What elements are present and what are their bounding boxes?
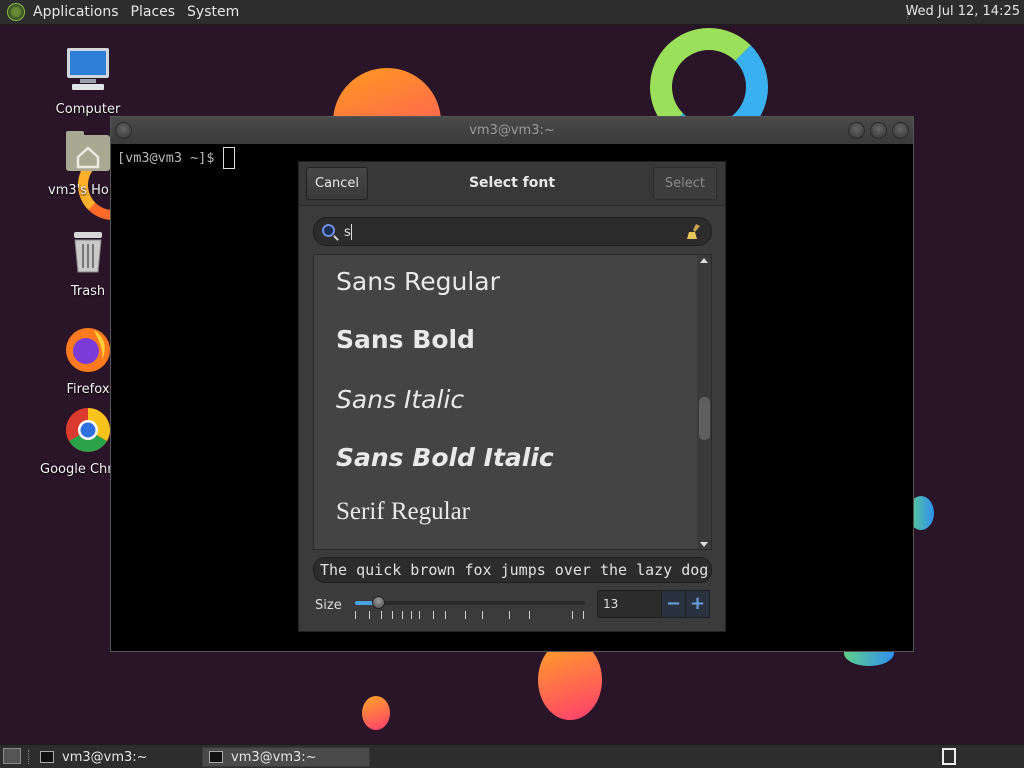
home-folder-icon bbox=[66, 131, 110, 171]
decrease-size-icon[interactable]: − bbox=[661, 590, 686, 618]
show-desktop-icon[interactable] bbox=[3, 748, 21, 764]
dialog-header: Cancel Select font Select bbox=[299, 162, 725, 206]
slider-tick bbox=[392, 611, 394, 619]
font-item-sans-bold-italic[interactable]: Sans Bold Italic bbox=[336, 443, 554, 472]
search-icon bbox=[322, 224, 335, 237]
slider-tick bbox=[401, 611, 403, 619]
select-button[interactable]: Select bbox=[652, 167, 717, 200]
font-size-spinbutton[interactable]: − + bbox=[597, 590, 712, 618]
increase-size-icon[interactable]: + bbox=[685, 590, 710, 618]
terminal-prompt-line[interactable]: [vm3@vm3 ~]$ bbox=[117, 147, 235, 169]
minimize-button[interactable] bbox=[848, 122, 865, 139]
terminal-titlebar[interactable]: vm3@vm3:~ bbox=[111, 117, 913, 144]
clock[interactable]: Wed Jul 12, 14:25 bbox=[905, 4, 1020, 19]
terminal-icon bbox=[40, 751, 54, 763]
slider-tick bbox=[583, 611, 584, 619]
background-blob-orange-bottom bbox=[538, 640, 602, 720]
font-list-scrollbar[interactable] bbox=[697, 255, 711, 549]
slider-tick bbox=[418, 611, 420, 619]
workspace-switcher[interactable] bbox=[942, 748, 956, 765]
scroll-up-arrow-icon[interactable] bbox=[700, 258, 708, 263]
terminal-cursor bbox=[222, 147, 235, 169]
top-panel: Applications Places System Wed Jul 12, 1… bbox=[0, 0, 1024, 25]
slider-tick bbox=[572, 611, 574, 619]
font-size-input[interactable] bbox=[597, 590, 663, 618]
scroll-down-arrow-icon[interactable] bbox=[700, 542, 708, 547]
slider-tick bbox=[444, 611, 446, 619]
font-item-sans-bold[interactable]: Sans Bold bbox=[336, 325, 475, 354]
font-preview-field[interactable]: The quick brown fox jumps over the lazy … bbox=[313, 557, 712, 583]
slider-tick bbox=[508, 611, 510, 619]
taskbar-item-terminal[interactable]: vm3@vm3:~ bbox=[34, 747, 200, 767]
text-caret bbox=[351, 224, 352, 240]
terminal-prompt: [vm3@vm3 ~]$ bbox=[117, 150, 215, 166]
slider-knob[interactable] bbox=[372, 596, 385, 609]
cancel-button[interactable]: Cancel bbox=[306, 167, 369, 200]
slider-tick bbox=[355, 611, 356, 619]
taskbar-item-label: vm3@vm3:~ bbox=[231, 749, 317, 765]
terminal-title: vm3@vm3:~ bbox=[469, 123, 555, 138]
close-button[interactable] bbox=[892, 122, 909, 139]
desktop-icon-computer[interactable]: Computer bbox=[48, 46, 128, 117]
distro-logo-icon[interactable] bbox=[7, 3, 25, 21]
font-list[interactable]: Sans Regular Sans Bold Sans Italic Sans … bbox=[313, 254, 712, 550]
slider-tick bbox=[482, 611, 484, 619]
firefox-icon bbox=[66, 328, 110, 372]
chrome-icon bbox=[66, 408, 110, 452]
slider-tick bbox=[410, 611, 412, 619]
trash-icon bbox=[74, 232, 102, 273]
font-search-input[interactable] bbox=[344, 222, 674, 242]
slider-track bbox=[355, 601, 585, 605]
size-label: Size bbox=[315, 598, 342, 613]
bottom-panel: vm3@vm3:~ vm3@vm3:~ bbox=[0, 744, 1024, 768]
font-item-sans-italic[interactable]: Sans Italic bbox=[336, 385, 464, 414]
slider-tick bbox=[465, 611, 467, 619]
maximize-button[interactable] bbox=[870, 122, 887, 139]
font-item-serif-regular[interactable]: Serif Regular bbox=[336, 498, 470, 526]
slider-tick bbox=[369, 611, 371, 619]
select-font-dialog[interactable]: Cancel Select font Select Sans Regular S… bbox=[298, 161, 726, 632]
desktop-icon-label: Computer bbox=[55, 102, 121, 117]
panel-separator bbox=[28, 750, 31, 764]
slider-tick bbox=[381, 611, 383, 619]
scrollbar-thumb[interactable] bbox=[699, 397, 710, 440]
terminal-icon bbox=[209, 751, 223, 763]
slider-tick bbox=[529, 611, 531, 619]
font-item-sans-regular[interactable]: Sans Regular bbox=[336, 267, 500, 296]
places-menu[interactable]: Places bbox=[131, 4, 176, 20]
font-preview-text: The quick brown fox jumps over the lazy … bbox=[320, 561, 709, 579]
background-blob-small bbox=[362, 696, 390, 730]
font-size-slider[interactable] bbox=[355, 593, 585, 621]
applications-menu[interactable]: Applications bbox=[33, 4, 119, 20]
taskbar-item-label: vm3@vm3:~ bbox=[62, 749, 148, 765]
computer-icon bbox=[67, 48, 109, 90]
font-search-field[interactable] bbox=[313, 217, 712, 246]
system-menu[interactable]: System bbox=[187, 4, 239, 20]
window-menu-button[interactable] bbox=[115, 122, 132, 139]
taskbar-item-terminal-active[interactable]: vm3@vm3:~ bbox=[202, 747, 370, 767]
clear-search-icon[interactable] bbox=[687, 224, 701, 239]
slider-tick bbox=[432, 611, 434, 619]
